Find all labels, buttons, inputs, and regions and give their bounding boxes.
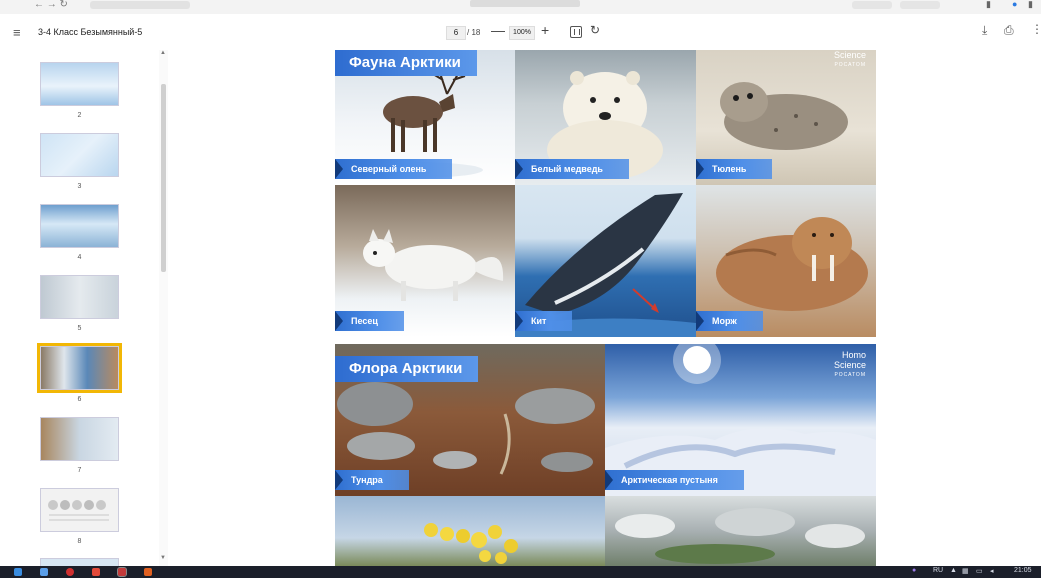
caption-seal: Тюлень (696, 159, 773, 179)
caption-walrus: Морж (696, 311, 763, 331)
menu-icon[interactable]: ≡ (13, 25, 21, 40)
zoom-out-button[interactable]: — (491, 22, 505, 38)
document-view[interactable]: Северный олень Белый медведь Science РОС… (168, 50, 1041, 566)
rocks-illustration (615, 508, 865, 564)
page-total: / 18 (467, 28, 481, 37)
fit-page-icon[interactable] (570, 26, 582, 38)
page-thumbnail-selected[interactable] (37, 343, 122, 393)
logo-homo-science: Homo Science РОСАТОМ (834, 350, 866, 380)
tray-arrow-icon[interactable]: ▲ (950, 567, 957, 574)
logo-subtext: РОСАТОМ (834, 62, 866, 68)
thumbnail-number: 7 (77, 467, 82, 474)
page-thumbnail[interactable] (40, 488, 119, 532)
caption-tundra: Тундра (335, 470, 409, 490)
thumbnail-preview (48, 500, 109, 521)
slide-flora: Тундра Homo Science РОСАТОМ Арктическая … (335, 344, 876, 566)
slide-title-flora: Флора Арктики (335, 356, 479, 382)
document-title: 3-4 Класс Безымянный-5 (38, 27, 143, 37)
browser-strip: ← → ↻ ▮ ● ▮ (0, 0, 1041, 15)
browser-button[interactable] (852, 1, 892, 9)
logo-text: Science (833, 50, 866, 60)
print-icon[interactable]: ⎙ (1004, 23, 1014, 38)
scroll-down-icon[interactable]: ▼ (160, 555, 166, 561)
taskbar: ● RU ▲ ▦ ▭ ◂ 21:05 (0, 566, 1041, 578)
slide-title-fauna: Фауна Арктики (335, 50, 477, 76)
browser-icon[interactable]: ▮ (1028, 0, 1033, 9)
sidebar-scrollbar[interactable]: ▲ ▼ (159, 50, 168, 566)
start-icon[interactable] (14, 568, 22, 576)
profile-icon[interactable]: ● (1012, 0, 1017, 9)
scrollbar-thumb[interactable] (161, 84, 166, 272)
page-thumbnail[interactable] (40, 558, 119, 566)
browser-nav-icons[interactable]: ← → ↻ (34, 0, 68, 10)
page-thumbnail[interactable] (40, 417, 119, 461)
photo-whale: Кит (515, 185, 696, 337)
page-thumbnail[interactable] (40, 275, 119, 319)
viewer-toolbar: ≡ 3-4 Класс Безымянный-5 6 / 18 — 100% +… (0, 14, 1041, 50)
taskbar-app-icon[interactable] (40, 568, 48, 576)
photo-polar-bear: Белый медведь (515, 50, 696, 185)
tray-icon[interactable]: ● (912, 567, 916, 574)
photo-seal: Science РОСАТОМ Тюлень (696, 50, 876, 185)
more-options-icon[interactable]: ⋮ (1031, 22, 1041, 36)
network-icon[interactable]: ▦ (962, 567, 969, 575)
page-thumbnail[interactable] (40, 133, 119, 177)
thumbnail-number: 6 (77, 396, 82, 403)
volume-icon[interactable]: ◂ (990, 567, 994, 575)
flowers-illustration (424, 523, 518, 564)
thumbnail-number: 5 (77, 325, 82, 332)
photo-flowers (335, 496, 605, 566)
address-bar[interactable] (90, 1, 190, 9)
taskbar-app-icon[interactable] (92, 568, 100, 576)
scroll-up-icon[interactable]: ▲ (160, 50, 166, 56)
caption-whale: Кит (515, 311, 573, 331)
clock[interactable]: 21:05 (1014, 567, 1032, 574)
zoom-in-button[interactable]: + (541, 22, 549, 38)
page-thumbnail[interactable] (40, 204, 119, 248)
opera-icon[interactable] (66, 568, 74, 576)
caption-arctic-fox: Песец (335, 311, 404, 331)
logo-science: Science РОСАТОМ (834, 50, 866, 70)
thumbnail-number: 8 (77, 538, 82, 545)
photo-walrus: Морж (696, 185, 876, 337)
caption-arctic-desert: Арктическая пустыня (605, 470, 744, 490)
page-thumbnail[interactable] (40, 62, 119, 106)
logo-text: Science (833, 360, 866, 370)
language-indicator[interactable]: RU (933, 567, 943, 574)
zoom-input[interactable]: 100% (509, 26, 535, 40)
thumbnail-sidebar: 2 3 4 5 6 7 8 ▲ ▼ (0, 50, 168, 566)
display-icon[interactable]: ▭ (976, 567, 983, 575)
browser-title (470, 0, 580, 7)
download-icon[interactable]: ⤓ (982, 23, 987, 38)
browser-button[interactable] (900, 1, 940, 9)
taskbar-app-icon[interactable] (144, 568, 152, 576)
rotate-icon[interactable]: ↻ (590, 23, 600, 37)
logo-text: Homo (841, 350, 866, 360)
page-number-input[interactable]: 6 (446, 26, 466, 40)
slide-fauna: Северный олень Белый медведь Science РОС… (335, 50, 876, 337)
photo-arctic-desert: Homo Science РОСАТОМ Арктическая пустыня (605, 344, 876, 496)
thumbnail-number: 2 (77, 112, 82, 119)
caption-reindeer: Северный олень (335, 159, 453, 179)
browser-icon[interactable]: ▮ (986, 0, 991, 9)
thumbnail-number: 4 (77, 254, 82, 261)
caption-polar-bear: Белый медведь (515, 159, 629, 179)
thumbnail-number: 3 (77, 183, 82, 190)
logo-subtext: РОСАТОМ (834, 372, 866, 378)
photo-rocks-plants (605, 496, 876, 566)
photo-arctic-fox: Песец (335, 185, 515, 337)
yandex-browser-icon[interactable] (117, 567, 127, 577)
